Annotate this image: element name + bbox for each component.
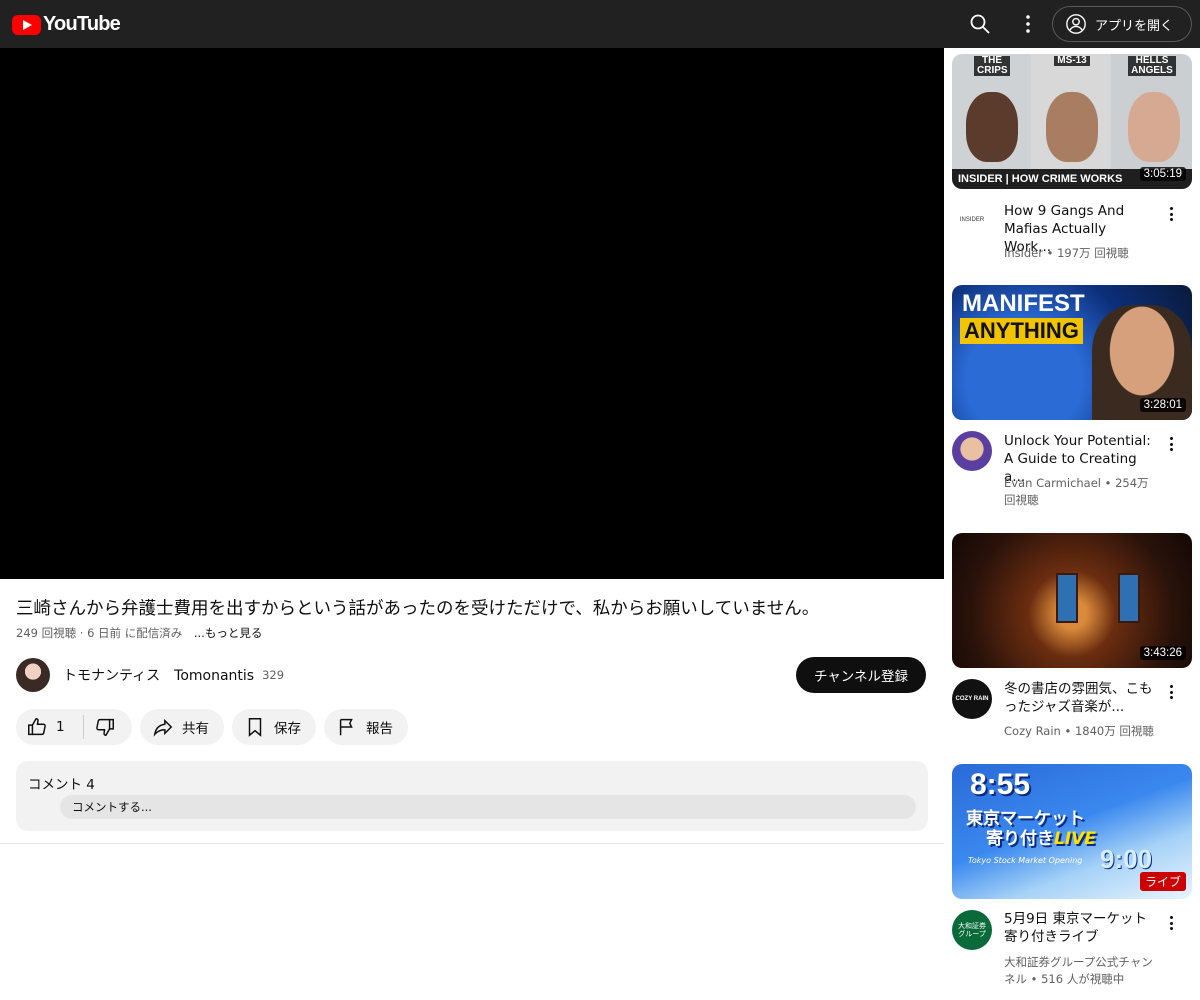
save-button[interactable]: 保存 [232, 709, 316, 745]
video-thumbnail[interactable]: 3:43:26 [952, 533, 1192, 668]
like-count: 1 [56, 719, 65, 735]
thumbnail-live-word: LIVE [1054, 829, 1096, 849]
recommendation-meta: 大和証券グループ公式チャンネル • 516 人が視聴中 [1004, 955, 1153, 986]
comments-panel[interactable]: コメント 4 コメントする... [16, 761, 928, 831]
like-icon[interactable] [26, 716, 48, 738]
channel-avatar[interactable]: INSIDER [952, 200, 992, 240]
more-vert-icon[interactable] [1016, 12, 1040, 36]
recommendation-views: 197万 回視聴 [1057, 246, 1129, 260]
recommendations-sidebar: THE CRIPS MS-13 HELLS ANGELS INSIDER | H… [944, 48, 1200, 1000]
report-button[interactable]: 報告 [324, 709, 408, 745]
video-thumbnail[interactable]: MANIFEST ANYTHING 3:28:01 [952, 285, 1192, 420]
duration-badge: 3:05:19 [1139, 167, 1186, 181]
more-vert-icon[interactable] [1168, 207, 1176, 224]
video-thumbnail[interactable]: 8:55 東京マーケット 寄り付きLIVE 9:00 Tokyo Stock M… [952, 764, 1192, 899]
thumbnail-window [1056, 573, 1078, 623]
open-app-button[interactable]: アプリを開く [1052, 6, 1192, 42]
share-icon [153, 718, 173, 737]
thumbnail-tag: HELLS ANGELS [1128, 56, 1176, 76]
like-dislike-group: 1 [16, 709, 132, 745]
subscribe-button[interactable]: チャンネル登録 [796, 657, 926, 693]
thumbnail-window [1118, 573, 1140, 623]
top-bar: YouTube アプリを開く [0, 0, 1200, 48]
thumbnail-end-time: 9:00 [1100, 844, 1153, 874]
comments-header: コメント 4 [28, 777, 95, 793]
channel-row: トモナンティス Tomonantis 329 チャンネル登録 [16, 657, 926, 693]
recommendation-title[interactable]: 冬の書店の雰囲気、こもったジャズ音楽が... [1004, 680, 1156, 716]
thumbnail-time: 8:55 [970, 768, 1031, 801]
dislike-icon[interactable] [94, 716, 116, 738]
share-label: 共有 [182, 721, 209, 737]
logo-text: YouTube [43, 13, 121, 35]
recommendation-channel: Cozy Rain [1004, 724, 1061, 738]
thumbnail-tag: THE CRIPS [974, 56, 1010, 76]
account-icon [1066, 14, 1086, 34]
channel-avatar[interactable] [952, 431, 992, 471]
recommendation-meta: Cozy Rain • 1840万 回視聴 [1004, 724, 1154, 738]
action-bar: 1 共有 保存 報告 [16, 709, 416, 745]
save-label: 保存 [274, 721, 301, 737]
recommendation-title[interactable]: 5月9日 東京マーケット寄り付きライブ [1004, 910, 1156, 946]
share-button[interactable]: 共有 [140, 709, 224, 745]
thumbnail-headline: MANIFEST [962, 290, 1085, 317]
more-vert-icon[interactable] [1168, 685, 1176, 702]
bookmark-icon [248, 718, 262, 737]
recommendation-views: 1840万 回視聴 [1074, 724, 1154, 738]
recommendation-card[interactable]: 3:43:26 COZY RAIN 冬の書店の雰囲気、こもったジャズ音楽が...… [952, 533, 1192, 738]
subscriber-count: 329 [262, 668, 285, 682]
recommendation-meta: Evan Carmichael • 254万 回視聴 [1004, 476, 1149, 507]
recommendation-card[interactable]: MANIFEST ANYTHING 3:28:01 Unlock Your Po… [952, 285, 1192, 507]
youtube-play-icon [12, 14, 41, 35]
thumbnail-subheadline: 寄り付き [986, 829, 1054, 849]
duration-badge: 3:28:01 [1139, 398, 1186, 412]
recommendation-views: 516 人が視聴中 [1041, 972, 1125, 986]
thumbnail-headline: 寄り付きLIVE [986, 824, 1096, 849]
report-label: 報告 [366, 721, 393, 737]
thumbnail-subtitle: Tokyo Stock Market Opening [968, 856, 1083, 865]
channel-avatar[interactable] [16, 658, 50, 692]
thumbnail-person [1128, 92, 1180, 162]
content-divider [0, 843, 944, 844]
thumbnail-headline-highlight: ANYTHING [960, 318, 1083, 344]
open-app-label: アプリを開く [1095, 18, 1174, 34]
video-thumbnail[interactable]: THE CRIPS MS-13 HELLS ANGELS INSIDER | H… [952, 54, 1192, 189]
channel-name[interactable]: トモナンティス Tomonantis [63, 665, 254, 685]
upload-date: 6 日前 に配信済み [87, 626, 183, 640]
more-vert-icon[interactable] [1168, 916, 1176, 933]
recommendation-channel: Evan Carmichael [1004, 476, 1101, 490]
thumbnail-person [1046, 92, 1098, 162]
video-player[interactable] [0, 48, 944, 579]
recommendation-channel: Insider [1004, 246, 1043, 260]
show-more-link[interactable]: ...もっと見る [194, 626, 262, 640]
flag-icon [339, 718, 353, 736]
live-badge: ライブ [1139, 872, 1186, 891]
youtube-logo[interactable]: YouTube [12, 13, 121, 36]
view-count: 249 回視聴 [16, 626, 77, 640]
video-meta: 249 回視聴 · 6 日前 に配信済み ...もっと見る [16, 625, 262, 641]
meta-separator: · [79, 626, 88, 640]
recommendation-meta: Insider • 197万 回視聴 [1004, 246, 1129, 260]
channel-avatar[interactable]: 大和証券グループ [952, 910, 992, 950]
duration-badge: 3:43:26 [1139, 646, 1186, 660]
search-icon[interactable] [968, 12, 992, 36]
more-vert-icon[interactable] [1168, 437, 1176, 454]
comment-input[interactable]: コメントする... [60, 795, 916, 819]
channel-avatar[interactable]: COZY RAIN [952, 679, 992, 719]
recommendation-card[interactable]: 8:55 東京マーケット 寄り付きLIVE 9:00 Tokyo Stock M… [952, 764, 1192, 986]
thumbnail-tag: MS-13 [1054, 56, 1090, 66]
recommendation-card[interactable]: THE CRIPS MS-13 HELLS ANGELS INSIDER | H… [952, 54, 1192, 260]
thumbnail-person [966, 92, 1018, 162]
video-title: 三崎さんから弁護士費用を出すからという話があったのを受けただけで、私からお願いし… [16, 599, 820, 619]
like-divider [82, 715, 84, 739]
